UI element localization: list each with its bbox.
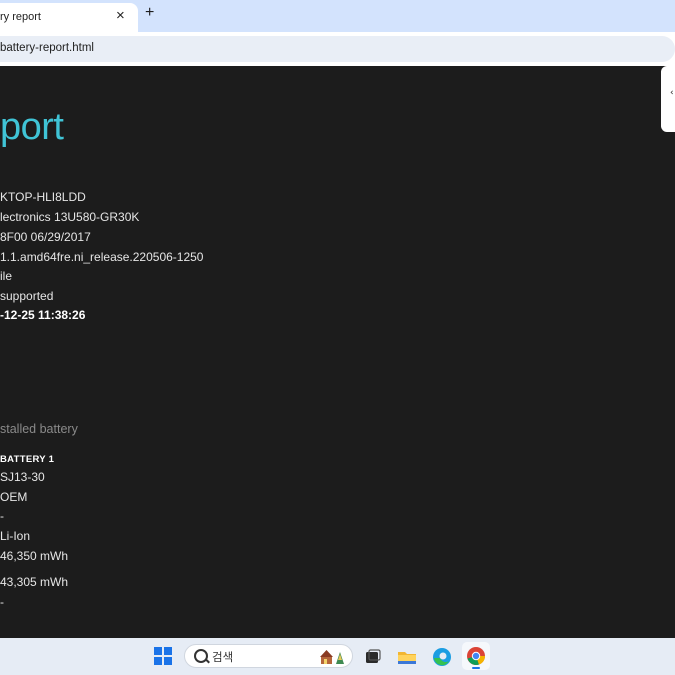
connected-standby-value: supported	[0, 289, 54, 303]
new-tab-button[interactable]: +	[145, 4, 154, 22]
system-product-value: lectronics 13U580-GR30K	[0, 210, 140, 224]
search-placeholder: 검색	[212, 650, 234, 664]
browser-toolbar: battery-report.html	[0, 32, 675, 66]
tab-battery-report[interactable]: ry report ×	[0, 3, 138, 32]
side-panel-toggle[interactable]	[661, 66, 675, 132]
design-capacity-value: 46,350 mWh	[0, 549, 69, 563]
active-app-indicator	[472, 667, 480, 669]
chrome-taskbar-item[interactable]	[462, 642, 490, 670]
windows-start-icon[interactable]	[154, 647, 172, 665]
edge-browser-icon[interactable]	[432, 647, 452, 667]
address-bar[interactable]: battery-report.html	[0, 36, 675, 62]
chrome-icon	[467, 647, 485, 665]
serial-number-value: -	[0, 509, 4, 523]
full-charge-capacity-value: 43,305 mWh	[0, 575, 69, 589]
manufacturer-value: OEM	[0, 490, 28, 504]
chevron-left-icon[interactable]: ‹	[670, 88, 675, 98]
address-url: battery-report.html	[0, 42, 94, 54]
computer-name-value: KTOP-HLI8LDD	[0, 190, 86, 204]
bios-value: 8F00 06/29/2017	[0, 230, 91, 244]
search-icon	[194, 649, 208, 663]
search-highlight-icon	[320, 650, 344, 664]
task-view-icon[interactable]	[363, 647, 383, 667]
os-build-value: 1.1.amd64fre.ni_release.220506-1250	[0, 250, 204, 264]
platform-role-value: ile	[0, 269, 13, 283]
installed-batteries-heading: stalled battery	[0, 422, 78, 436]
report-time-value: -12-25 11:38:26	[0, 308, 86, 322]
taskbar: 검색	[0, 638, 675, 675]
battery-name-value: SJ13-30	[0, 470, 45, 484]
cycle-count-value: -	[0, 595, 4, 609]
tab-title: ry report	[0, 11, 41, 23]
file-explorer-icon[interactable]	[397, 647, 417, 667]
report-page: ‹ port KTOP-HLI8LDD lectronics 13U580-GR…	[0, 66, 675, 638]
chemistry-value: Li-Ion	[0, 529, 31, 543]
close-tab-icon[interactable]: ×	[116, 7, 125, 24]
page-title: port	[0, 106, 64, 148]
tab-strip: ry report × +	[0, 0, 675, 32]
taskbar-search[interactable]: 검색	[184, 644, 353, 668]
battery-column-header: BATTERY 1	[0, 454, 55, 465]
